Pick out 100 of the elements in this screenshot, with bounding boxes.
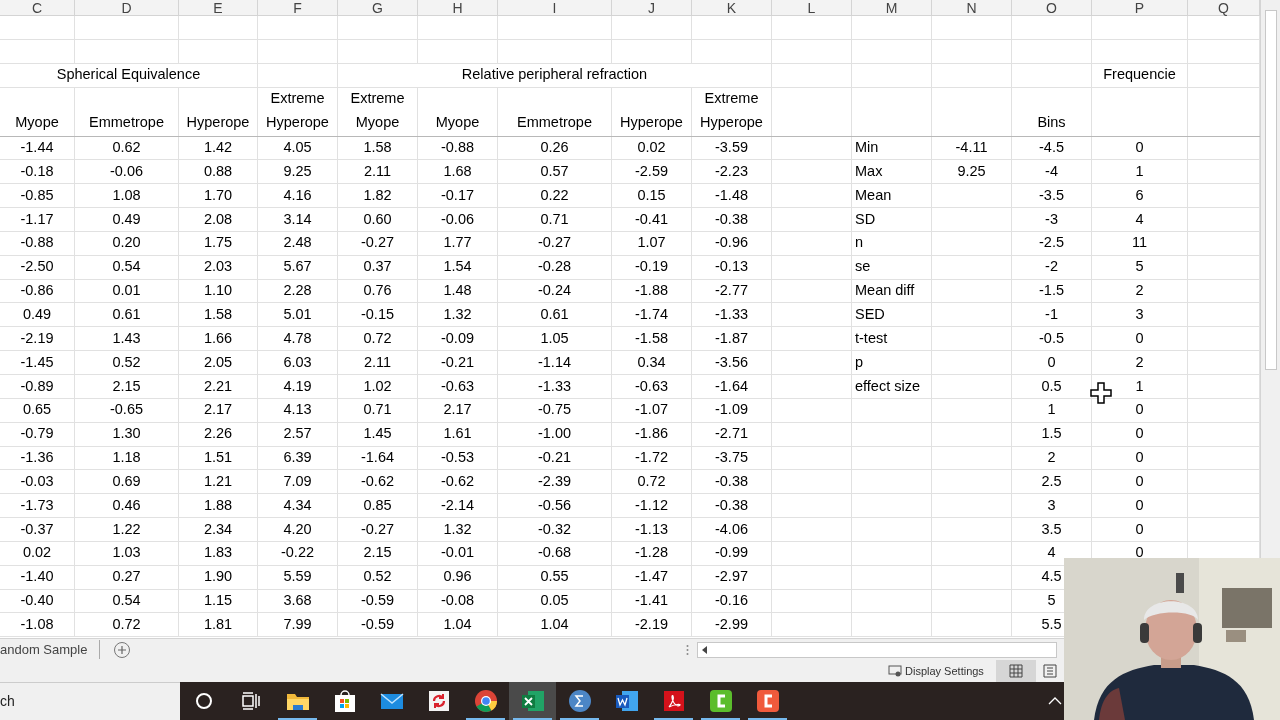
stat-label: Min [855, 138, 879, 158]
cell-value: -2.59 [634, 161, 669, 181]
column-header[interactable]: G [372, 0, 383, 15]
cell-value: 0 [1135, 448, 1144, 468]
cell-value: 1.32 [443, 519, 472, 539]
cell-value: 1.04 [443, 614, 472, 634]
cell-value: -0.85 [20, 185, 54, 205]
cell-value: -2.5 [1039, 233, 1064, 253]
cell-value: 5 [1047, 591, 1056, 611]
search-field[interactable]: ch [0, 691, 15, 712]
cell-value: 0.71 [540, 209, 569, 229]
cell-value: -0.59 [360, 591, 395, 611]
column-header[interactable]: P [1134, 0, 1145, 15]
cell-value: -0.15 [360, 305, 395, 324]
cell-value: 2.15 [363, 543, 392, 563]
column-header[interactable]: J [648, 0, 655, 15]
cell-value: -0.96 [714, 233, 749, 253]
cell-value: -1.48 [714, 185, 749, 205]
cell-value: -1.88 [634, 281, 669, 301]
cell-value: -1.07 [634, 400, 669, 420]
column-header[interactable]: I [552, 0, 557, 15]
stat-label: se [855, 257, 871, 277]
cell-value: 4 [1135, 209, 1144, 229]
cell-value: 0.55 [540, 567, 569, 587]
cell-value: 2 [1135, 352, 1144, 372]
cell-value: 4.20 [283, 519, 312, 539]
column-header[interactable]: C [31, 0, 43, 15]
cell-value: 0.05 [540, 591, 569, 611]
column-header[interactable]: M [885, 0, 898, 15]
cell-value: 0.71 [363, 400, 392, 420]
cell-value: 5.01 [283, 305, 312, 324]
cell-value: -1.64 [714, 376, 749, 396]
cell-value: -3.75 [714, 448, 749, 468]
cell-value: 4.13 [283, 400, 312, 420]
column-header[interactable]: F [293, 0, 302, 15]
scrollbar-thumb[interactable] [1264, 10, 1277, 370]
cell-value: 1.10 [203, 281, 233, 301]
cell-value: -0.89 [20, 376, 54, 396]
cell-value: -1 [1045, 305, 1058, 324]
cell-value: 0.88 [203, 161, 233, 181]
group-title: Relative peripheral refraction [461, 65, 648, 85]
cell-value: 2.48 [283, 233, 312, 253]
cell-value: 4.34 [283, 495, 312, 515]
cell-value: -0.22 [280, 543, 315, 563]
cell-value: 0.01 [112, 281, 141, 301]
column-header[interactable]: K [726, 0, 737, 15]
cell-value: 4.19 [283, 376, 312, 396]
cell-value: 9.25 [283, 161, 312, 181]
cell-value: 0.49 [112, 209, 141, 229]
column-heading: Myope [435, 112, 480, 132]
cell-value: -3.56 [714, 352, 749, 372]
cell-value: 1.42 [203, 138, 233, 158]
cell-value: 0.22 [540, 185, 569, 205]
cell-value: -0.01 [440, 543, 475, 563]
cell-value: -3 [1045, 209, 1058, 229]
cell-value: 0.62 [112, 138, 141, 158]
column-header[interactable]: H [452, 0, 463, 15]
cell-value: -0.86 [20, 281, 54, 301]
cell-value: -1.47 [634, 567, 669, 587]
drag-handle-icon[interactable] [685, 643, 689, 656]
column-header[interactable]: D [121, 0, 132, 15]
cell-value: -1.64 [360, 448, 395, 468]
cell-value: 0 [1135, 471, 1144, 491]
column-header[interactable]: O [1046, 0, 1057, 15]
cell-value: -1.36 [20, 448, 54, 468]
cell-value: 1.75 [203, 233, 233, 253]
cell-value: 5.59 [283, 567, 312, 587]
cell-value: 0 [1135, 400, 1144, 420]
cell-value: 11 [1131, 233, 1148, 253]
column-header[interactable]: L [807, 0, 816, 15]
column-header[interactable]: E [213, 0, 223, 15]
cell-value: 0.57 [540, 161, 569, 181]
circle-icon [194, 692, 213, 710]
cell-value: 3 [1135, 305, 1144, 324]
cell-value: 4.5 [1041, 567, 1062, 587]
cell-value: 1.30 [112, 424, 141, 444]
normal-view-button[interactable] [995, 660, 1036, 682]
display-settings-link[interactable]: Display Settings [905, 662, 984, 680]
cell-value: 4.16 [283, 185, 312, 205]
cell-value: -0.27 [360, 519, 395, 539]
cell-value: 7.99 [283, 614, 312, 634]
column-heading: Extreme Hyperope [265, 88, 330, 132]
cell-value: -0.21 [537, 448, 572, 468]
plus-icon [117, 644, 128, 655]
cell-value: 1.18 [112, 448, 141, 468]
column-header[interactable]: N [966, 0, 977, 15]
column-header[interactable]: Q [1218, 0, 1229, 15]
cell-value: 0 [1135, 138, 1144, 158]
sheet-tab[interactable]: andom Sample [0, 639, 101, 660]
cell-value: 1.82 [363, 185, 392, 205]
cell-value: 2.28 [283, 281, 312, 301]
cell-value: 0.76 [363, 281, 392, 301]
cell-value: 1.05 [540, 328, 569, 348]
cell-value: -0.62 [440, 471, 475, 491]
column-heading: Hyperope [620, 112, 683, 132]
horizontal-scrollbar[interactable] [697, 641, 1058, 658]
chevron-up-icon[interactable] [1048, 696, 1062, 706]
cell-value: -0.37 [20, 519, 54, 539]
cell-value: 7.09 [283, 471, 312, 491]
cell-value: 0.60 [363, 209, 392, 229]
